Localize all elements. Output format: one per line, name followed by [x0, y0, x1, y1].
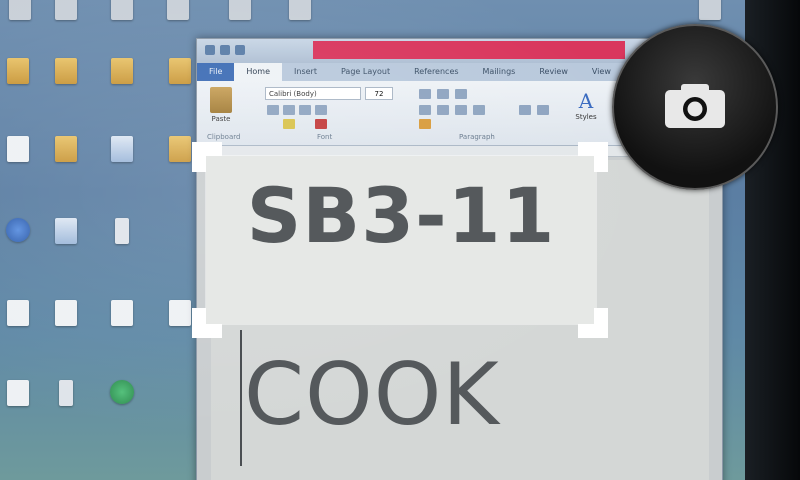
file-icon [289, 0, 311, 20]
group-label-paragraph: Paragraph [459, 133, 495, 141]
file-icon [55, 0, 77, 20]
justify-icon[interactable] [473, 105, 485, 115]
undo-icon[interactable] [220, 45, 230, 55]
paste-button[interactable]: Paste [207, 87, 235, 127]
styles-label: Styles [575, 113, 597, 121]
desktop-icon[interactable] [92, 136, 152, 194]
desktop-icon[interactable] [36, 300, 96, 358]
shutter-button[interactable] [612, 24, 778, 190]
quick-access-toolbar [205, 45, 245, 55]
file-icon [7, 300, 29, 326]
phone-icon [59, 380, 73, 406]
desktop-icon[interactable] [36, 218, 96, 276]
document-text: COOK [244, 345, 500, 445]
app-icon [110, 380, 134, 404]
phone-icon [115, 218, 129, 244]
app-icon [6, 218, 30, 242]
clipboard-icon [210, 87, 232, 113]
desktop-icon[interactable] [92, 218, 152, 276]
file-icon [111, 0, 133, 20]
file-icon [169, 300, 191, 326]
bold-icon[interactable] [267, 105, 279, 115]
crop-handle-bottom-right[interactable] [578, 308, 608, 338]
italic-icon[interactable] [283, 105, 295, 115]
tab-review[interactable]: Review [527, 63, 580, 81]
scanned-text: SB3-11 [246, 171, 556, 260]
align-left-icon[interactable] [419, 105, 431, 115]
underline-icon[interactable] [299, 105, 311, 115]
styles-button[interactable]: A Styles [569, 89, 603, 129]
tab-home[interactable]: Home [234, 63, 283, 81]
file-icon [167, 0, 189, 20]
strikethrough-icon[interactable] [315, 105, 327, 115]
desktop-icon[interactable] [36, 58, 96, 116]
file-icon [7, 380, 29, 406]
file-icon [699, 0, 721, 20]
shading-icon[interactable] [419, 119, 431, 129]
sort-icon[interactable] [519, 105, 531, 115]
scan-region[interactable]: SB3-11 [206, 156, 596, 324]
font-color-icon[interactable] [315, 119, 327, 129]
word-doc-icon [55, 218, 77, 244]
tab-page-layout[interactable]: Page Layout [329, 63, 402, 81]
word-doc-icon [111, 136, 133, 162]
folder-icon [55, 136, 77, 162]
tab-mailings[interactable]: Mailings [471, 63, 528, 81]
align-right-icon[interactable] [455, 105, 467, 115]
desktop-icon[interactable] [92, 58, 152, 116]
group-label-font: Font [317, 133, 333, 141]
folder-icon [55, 58, 77, 84]
camera-icon [665, 84, 725, 128]
desktop-icon[interactable] [92, 380, 152, 438]
font-size-select[interactable]: 72 [365, 87, 393, 100]
highlight-icon[interactable] [283, 119, 295, 129]
crop-handle-top-left[interactable] [192, 142, 222, 172]
save-icon[interactable] [205, 45, 215, 55]
font-name-select[interactable]: Calibri (Body) [265, 87, 361, 100]
file-icon [55, 300, 77, 326]
crop-handle-bottom-left[interactable] [192, 308, 222, 338]
numbering-icon[interactable] [437, 89, 449, 99]
group-label-clipboard: Clipboard [207, 133, 241, 141]
tab-references[interactable]: References [402, 63, 470, 81]
file-icon [7, 136, 29, 162]
folder-icon [111, 58, 133, 84]
desktop-icon[interactable] [36, 380, 96, 438]
desktop-icon[interactable] [36, 0, 96, 52]
align-center-icon[interactable] [437, 105, 449, 115]
file-icon [229, 0, 251, 20]
tab-file[interactable]: File [197, 63, 235, 81]
folder-icon [7, 58, 29, 84]
pilcrow-icon[interactable] [537, 105, 549, 115]
text-cursor [240, 330, 242, 466]
redo-icon[interactable] [235, 45, 245, 55]
folder-icon [169, 58, 191, 84]
folder-icon [169, 136, 191, 162]
indent-icon[interactable] [455, 89, 467, 99]
desktop-icon[interactable] [36, 136, 96, 194]
desktop-icon[interactable] [92, 300, 152, 358]
file-icon [9, 0, 31, 20]
paste-label: Paste [211, 115, 231, 123]
styles-icon: A [578, 89, 594, 113]
desktop-icon[interactable] [92, 0, 152, 52]
tab-insert[interactable]: Insert [282, 63, 329, 81]
crop-handle-top-right[interactable] [578, 142, 608, 172]
bullets-icon[interactable] [419, 89, 431, 99]
window-title [313, 41, 625, 59]
file-icon [111, 300, 133, 326]
